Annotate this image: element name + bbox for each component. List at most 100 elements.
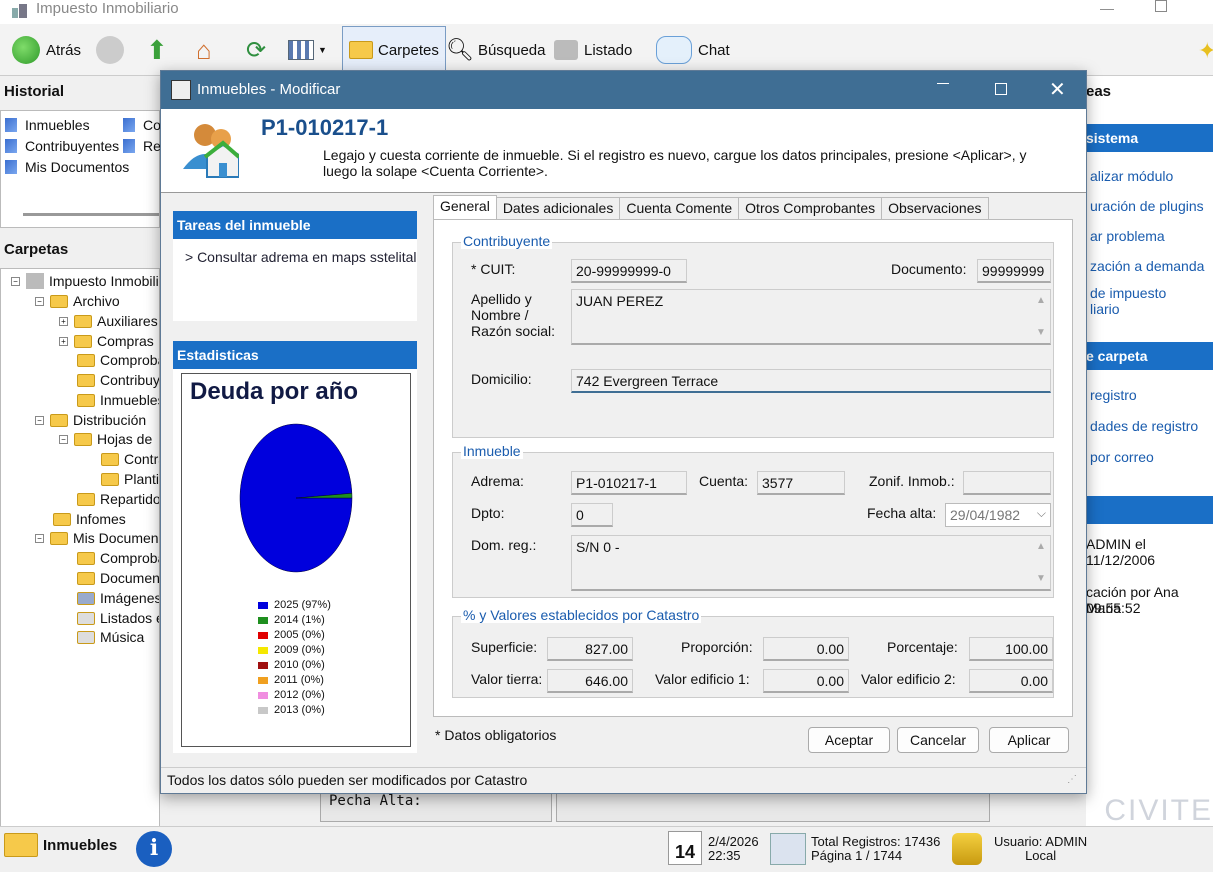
collapse-icon[interactable]: −	[35, 296, 44, 306]
collapse-icon[interactable]: −	[35, 533, 44, 543]
proporcion-field[interactable]: 0.00	[763, 637, 849, 661]
dpto-field[interactable]: 0	[571, 503, 613, 527]
tree-node[interactable]: Comproba	[77, 352, 159, 368]
folder-icon	[74, 432, 92, 446]
history-item[interactable]: Contribuyentes	[5, 138, 119, 154]
collapse-icon[interactable]: −	[59, 434, 68, 444]
carpeta-header[interactable]: e carpeta	[1086, 342, 1213, 370]
tree-node[interactable]: Comproba	[77, 550, 159, 566]
aceptar-button[interactable]: Aceptar	[808, 727, 890, 753]
documento-field[interactable]: 99999999	[977, 259, 1051, 283]
home-button[interactable]: ⌂	[196, 32, 212, 68]
tree-node[interactable]: Infomes	[53, 511, 126, 527]
tree-node[interactable]: − Impuesto Inmobilia	[11, 273, 159, 289]
tree-node[interactable]: Documen	[77, 570, 159, 586]
cuenta-field[interactable]: 3577	[757, 471, 845, 495]
task-link[interactable]: zación a demanda	[1090, 258, 1204, 274]
valor-tierra-field[interactable]: 646.00	[547, 669, 633, 693]
superficie-field[interactable]: 827.00	[547, 637, 633, 661]
scroll-down-icon[interactable]: ▼	[1033, 327, 1049, 338]
zonif-field[interactable]	[963, 471, 1051, 495]
dom-reg-field[interactable]: S/N 0 -	[571, 535, 1051, 591]
busqueda-button[interactable]: 🔍︎ Búsqueda	[446, 32, 546, 68]
listado-button[interactable]: Listado	[554, 32, 632, 68]
valor-edificio2-field[interactable]: 0.00	[969, 669, 1053, 693]
domicilio-field[interactable]: 742 Evergreen Terrace	[571, 369, 1051, 393]
fecha-alta-picker[interactable]: 29/04/1982 ⌵	[945, 503, 1051, 527]
task-link[interactable]: liario	[1090, 301, 1120, 317]
tab-datos-adicionales[interactable]: Dates adicionales	[495, 197, 621, 219]
tree-node[interactable]: + Compras	[59, 333, 154, 349]
task-link[interactable]: por correo	[1090, 449, 1154, 465]
tree-node[interactable]: Planti	[101, 471, 159, 487]
tree-node[interactable]: − Distribución	[35, 412, 146, 428]
chevron-down-icon[interactable]: ⌵	[1037, 506, 1046, 521]
tree-node[interactable]: Imágenes	[77, 590, 159, 606]
maximize-icon[interactable]	[995, 83, 1007, 95]
bulb-icon[interactable]: ✦	[1198, 38, 1213, 64]
tree-node[interactable]: Inmuebles	[77, 392, 159, 408]
collapse-icon[interactable]: −	[11, 276, 20, 286]
sistema-header[interactable]: sistema	[1086, 124, 1213, 152]
tab-otros-comprobantes[interactable]: Otros Comprobantes	[738, 197, 883, 219]
chat-button[interactable]: Chat	[656, 32, 730, 68]
task-link[interactable]: alizar módulo	[1090, 168, 1173, 184]
log-text: ADMIN el 11/12/2006	[1086, 536, 1156, 568]
nombre-field[interactable]: JUAN PEREZ	[571, 289, 1051, 345]
minimize-icon[interactable]	[937, 83, 949, 84]
adrema-maps-link[interactable]: > Consultar adrema en maps sstelital	[185, 249, 417, 265]
tareas-inmueble-panel: > Consultar adrema en maps sstelital	[173, 239, 417, 321]
info-icon[interactable]: i	[136, 831, 172, 867]
datetime: 2/4/2026 22:35	[708, 835, 759, 863]
task-link[interactable]: dades de registro	[1090, 418, 1198, 434]
minimize-icon[interactable]: —	[1100, 0, 1114, 16]
task-link[interactable]: uración de plugins	[1090, 198, 1204, 214]
tree-node[interactable]: − Mis Documen	[35, 530, 159, 546]
carpetas-title: Carpetas	[4, 241, 69, 258]
tree-node[interactable]: Música	[77, 629, 144, 645]
close-icon[interactable]: ✕	[1049, 77, 1066, 102]
adrema-field[interactable]: P1-010217-1	[571, 471, 687, 495]
task-link[interactable]: registro	[1090, 387, 1137, 403]
porcentaje-field[interactable]: 100.00	[969, 637, 1053, 661]
history-item[interactable]: Re	[123, 138, 161, 154]
tree-node[interactable]: − Archivo	[35, 293, 120, 309]
tree-node[interactable]: Repartido	[77, 491, 159, 507]
scroll-down-icon[interactable]: ▼	[1033, 573, 1049, 584]
expand-icon[interactable]: +	[59, 336, 68, 346]
back-button[interactable]: Atrás	[12, 32, 81, 68]
view-button[interactable]: ▼	[288, 32, 327, 68]
tree-node[interactable]: Contribuys	[77, 372, 159, 388]
refresh-button[interactable]: ⟳	[246, 32, 266, 68]
valor-edificio1-field[interactable]: 0.00	[763, 669, 849, 693]
horizontal-scrollbar[interactable]	[23, 213, 159, 216]
tab-observaciones[interactable]: Observaciones	[881, 197, 989, 219]
scroll-up-icon[interactable]: ▲	[1033, 541, 1049, 552]
collapse-icon[interactable]: −	[35, 415, 44, 425]
folder-icon	[50, 413, 68, 427]
image-folder-icon	[77, 591, 95, 605]
task-link[interactable]: de impuesto	[1090, 285, 1166, 301]
tab-general[interactable]: General	[433, 195, 497, 219]
history-item[interactable]: Inmuebles	[5, 117, 90, 133]
cancelar-button[interactable]: Cancelar	[897, 727, 979, 753]
up-button[interactable]: ⬆	[146, 32, 168, 68]
tree-node[interactable]: Listados e	[77, 610, 159, 626]
expand-icon[interactable]: +	[59, 316, 68, 326]
cuit-field[interactable]: 20-99999999-0	[571, 259, 687, 283]
forward-button[interactable]	[96, 32, 130, 68]
carpetas-button[interactable]: Carpetes	[342, 26, 446, 74]
aplicar-button[interactable]: Aplicar	[989, 727, 1069, 753]
tree-node[interactable]: − Hojas de	[59, 431, 152, 447]
tab-cuenta-corriente[interactable]: Cuenta Comente	[619, 197, 740, 219]
tree-node[interactable]: Contra	[101, 451, 159, 467]
history-item-label: Re	[143, 138, 161, 154]
resize-grip-icon[interactable]: ⋰	[1067, 774, 1077, 785]
documento-label: Documento:	[891, 261, 967, 277]
task-link[interactable]: ar problema	[1090, 228, 1165, 244]
history-item[interactable]: Co	[123, 117, 161, 133]
tree-node[interactable]: + Auxiliares	[59, 313, 158, 329]
scroll-up-icon[interactable]: ▲	[1033, 295, 1049, 306]
history-item[interactable]: Mis Documentos	[5, 159, 129, 175]
maximize-icon[interactable]	[1155, 0, 1167, 12]
